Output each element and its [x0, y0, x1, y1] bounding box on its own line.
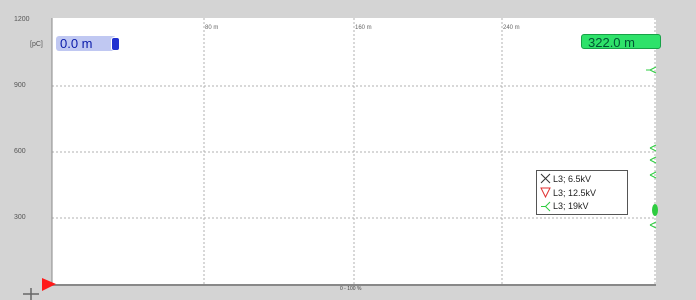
legend-item-label: L3; 6.5kV	[553, 174, 592, 184]
right-cursor-label: 322.0 m	[588, 35, 635, 50]
left-cursor-label: 0.0 m	[60, 36, 93, 51]
y-tick-label: 1200	[14, 16, 30, 23]
x-tick-label: 80 m	[205, 25, 219, 31]
y-tick-label: 300	[14, 214, 26, 221]
legend-item-label: L3; 12.5kV	[553, 188, 597, 198]
scale-label: 0 - 100 %	[340, 286, 362, 292]
y-tick-label: 900	[14, 82, 26, 89]
x-tick-label: 160 m	[355, 25, 372, 31]
legend-item-label: L3; 19kV	[553, 201, 589, 211]
chart-legend: L3; 6.5kV L3; 12.5kV L3; 19kV	[536, 170, 628, 215]
y-unit-label: [pC]	[30, 41, 43, 48]
crosshair-icon[interactable]	[22, 286, 40, 300]
x-icon	[540, 173, 551, 184]
cursor-handle-icon[interactable]	[111, 37, 120, 51]
triangle-down-icon	[540, 187, 551, 198]
right-cursor-readout[interactable]: 322.0 m	[581, 34, 661, 50]
left-cursor-readout[interactable]: 0.0 m	[56, 36, 120, 51]
series-19kv-cluster	[652, 204, 658, 216]
x-tick-label: 240 m	[503, 25, 520, 31]
y-tick-label: 600	[14, 148, 26, 155]
tri-star-icon	[541, 201, 551, 212]
